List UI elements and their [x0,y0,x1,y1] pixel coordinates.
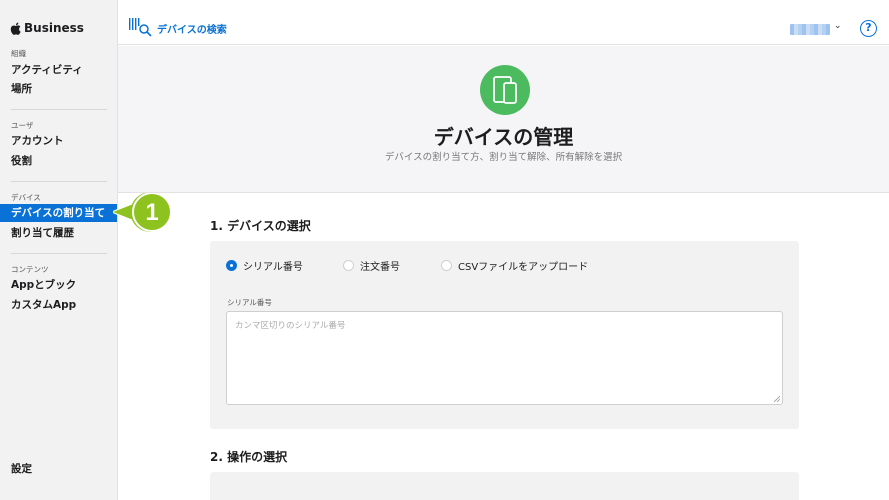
section-label-organization: 組織 [11,49,26,58]
sidebar-item-accounts[interactable]: アカウント [0,132,117,150]
hero-banner: デバイスの管理 デバイスの割り当て方、割り当て解除、所有解除を選択 [118,46,889,193]
apple-logo-icon [10,22,21,35]
user-account-name[interactable] [790,24,830,35]
serial-number-input[interactable]: カンマ区切りのシリアル番号 [226,311,783,405]
device-search-icon[interactable] [128,17,152,37]
device-select-panel: シリアル番号 注文番号 CSVファイルをアップロード シリアル番号 カンマ区切り… [210,241,799,429]
brand-logo[interactable]: Business [10,21,84,35]
device-search-link[interactable]: デバイスの検索 [157,21,227,36]
section-label-users: ユーザ [11,121,34,130]
radio-icon[interactable] [343,260,354,271]
callout-badge: 1 [113,190,173,234]
sidebar-item-roles[interactable]: 役割 [0,152,117,170]
chevron-down-icon[interactable]: ⌄ [834,21,842,31]
sidebar-item-assignment-history[interactable]: 割り当て履歴 [0,224,117,242]
sidebar-divider [11,181,107,182]
radio-label: CSVファイルをアップロード [458,262,589,273]
top-bar: デバイスの検索 ⌄ ? [118,0,889,45]
radio-csv-upload[interactable]: CSVファイルをアップロード [441,258,588,273]
sidebar-item-apps-books[interactable]: Appとブック [0,276,117,294]
radio-order-number[interactable]: 注文番号 [343,258,441,273]
sidebar-item-locations[interactable]: 場所 [0,80,117,98]
sidebar-item-activity[interactable]: アクティビティ [0,61,117,79]
section-title-select-devices: 1. デバイスの選択 [210,219,311,233]
radio-selected-icon[interactable] [226,260,237,271]
action-select-panel [210,472,799,500]
radio-serial-number[interactable]: シリアル番号 [226,258,343,273]
sidebar-item-custom-apps[interactable]: カスタムApp [0,296,117,314]
page-title: デバイスの管理 [433,125,574,149]
selection-method-group: シリアル番号 注文番号 CSVファイルをアップロード [226,258,588,273]
serial-field-label: シリアル番号 [227,298,272,307]
radio-icon[interactable] [441,260,452,271]
callout-number: 1 [145,199,158,226]
resize-handle-icon[interactable] [774,396,780,402]
brand-text: Business [24,21,84,35]
sidebar-item-settings[interactable]: 設定 [0,460,117,478]
devices-icon [480,65,530,115]
input-placeholder: カンマ区切りのシリアル番号 [235,321,346,331]
sidebar-divider [11,253,107,254]
section-label-devices: デバイス [11,193,41,202]
help-button[interactable]: ? [860,20,877,37]
radio-label: シリアル番号 [243,262,303,273]
section-label-content: コンテンツ [11,265,49,274]
section-title-select-action: 2. 操作の選択 [210,450,288,464]
sidebar: Business 組織 アクティビティ 場所 ユーザ アカウント 役割 デバイス… [0,0,118,500]
sidebar-divider [11,109,107,110]
radio-label: 注文番号 [360,262,400,273]
page-subtitle: デバイスの割り当て方、割り当て解除、所有解除を選択 [384,152,623,163]
sidebar-item-device-assignment[interactable]: デバイスの割り当て [0,204,117,222]
